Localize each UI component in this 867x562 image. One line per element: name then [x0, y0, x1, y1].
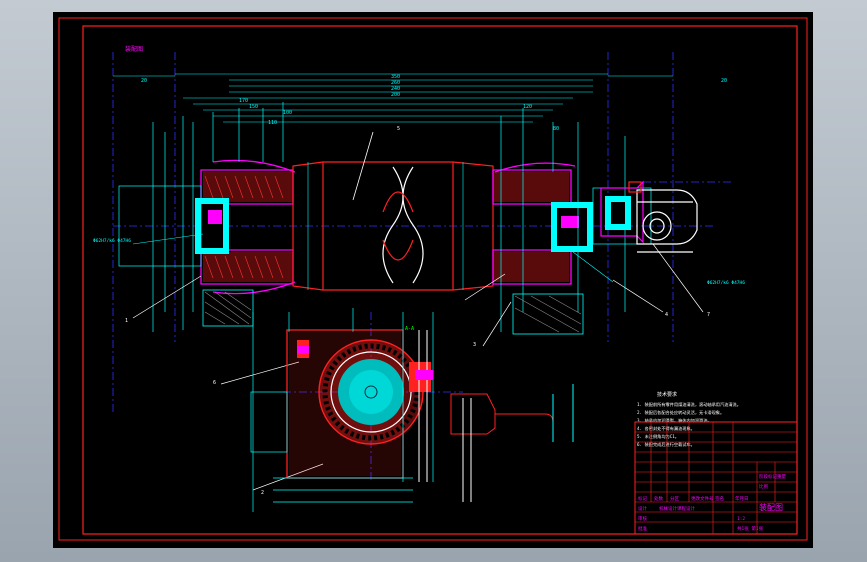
section-view: A-A [250, 308, 574, 512]
svg-text:共1张 第1张: 共1张 第1张 [737, 525, 764, 532]
svg-text:7: 7 [707, 312, 710, 318]
svg-text:5: 5 [397, 126, 400, 132]
svg-text:重量: 重量 [777, 473, 786, 480]
drawing-name: 装配图 [759, 502, 783, 512]
svg-text:1. 装配前所有零件用煤油清洗，滚动轴承用汽油清洗。: 1. 装配前所有零件用煤油清洗，滚动轴承用汽油清洗。 [637, 401, 741, 408]
svg-text:阶段标记: 阶段标记 [759, 473, 777, 480]
svg-text:比例: 比例 [759, 483, 768, 490]
fit-right-label: Φ62H7/k6 Φ47H6 [707, 280, 745, 286]
notes-title: 技术要求 [657, 391, 677, 398]
svg-text:1:2: 1:2 [737, 516, 745, 522]
svg-text:分区: 分区 [670, 495, 679, 502]
svg-text:5. 未注倒角均为C1。: 5. 未注倒角均为C1。 [637, 433, 679, 440]
assembly-drawing: 装配图 20 350 260 240 200 170 150 120 110 1… [58, 17, 808, 541]
svg-text:签名: 签名 [715, 495, 724, 502]
svg-text:20: 20 [721, 78, 727, 84]
top-label: 装配图 [125, 45, 143, 53]
svg-text:更改文件号: 更改文件号 [691, 495, 714, 502]
svg-text:4. 各密封处不得有漏油现象。: 4. 各密封处不得有漏油现象。 [637, 425, 695, 432]
fit-callouts: Φ62H7/k6 Φ47H6 Φ62H7/k6 Φ47H6 [93, 233, 745, 286]
svg-text:3. 轴承内加润滑脂，箱体内加润滑油。: 3. 轴承内加润滑脂，箱体内加润滑油。 [637, 417, 712, 424]
section-label: A-A [405, 326, 414, 332]
svg-text:100: 100 [283, 110, 292, 116]
fit-left-label: Φ62H7/k6 Φ47H6 [93, 238, 131, 244]
svg-text:150: 150 [249, 104, 258, 110]
svg-text:机械设计课程设计: 机械设计课程设计 [659, 505, 695, 512]
svg-text:2: 2 [261, 490, 264, 496]
top-dimension-texts: 20 350 260 240 200 170 150 120 110 100 8… [141, 74, 727, 132]
svg-text:3: 3 [473, 342, 476, 348]
svg-text:审核: 审核 [638, 515, 647, 522]
screenshot-background: 装配图 20 350 260 240 200 170 150 120 110 1… [0, 0, 867, 562]
svg-text:批准: 批准 [638, 525, 647, 532]
svg-text:20: 20 [141, 78, 147, 84]
svg-text:110: 110 [268, 120, 277, 126]
right-coupling [600, 180, 698, 253]
left-bearing-assembly [118, 102, 296, 332]
svg-text:处数: 处数 [654, 495, 663, 502]
cad-drawing-canvas[interactable]: 装配图 20 350 260 240 200 170 150 120 110 1… [53, 12, 813, 548]
central-shaft [292, 131, 494, 291]
svg-text:170: 170 [239, 98, 248, 104]
svg-text:标记: 标记 [638, 495, 647, 502]
inner-frame [82, 25, 798, 535]
svg-text:设计: 设计 [638, 505, 647, 512]
svg-text:6: 6 [213, 380, 216, 386]
svg-text:200: 200 [391, 92, 400, 98]
svg-text:120: 120 [523, 104, 532, 110]
svg-text:2. 装配后各配合处应转动灵活，无卡滞现象。: 2. 装配后各配合处应转动灵活，无卡滞现象。 [637, 409, 724, 416]
svg-text:80: 80 [553, 126, 559, 132]
svg-text:年月日: 年月日 [735, 495, 749, 502]
svg-text:4: 4 [665, 312, 668, 318]
svg-text:1: 1 [125, 318, 128, 324]
